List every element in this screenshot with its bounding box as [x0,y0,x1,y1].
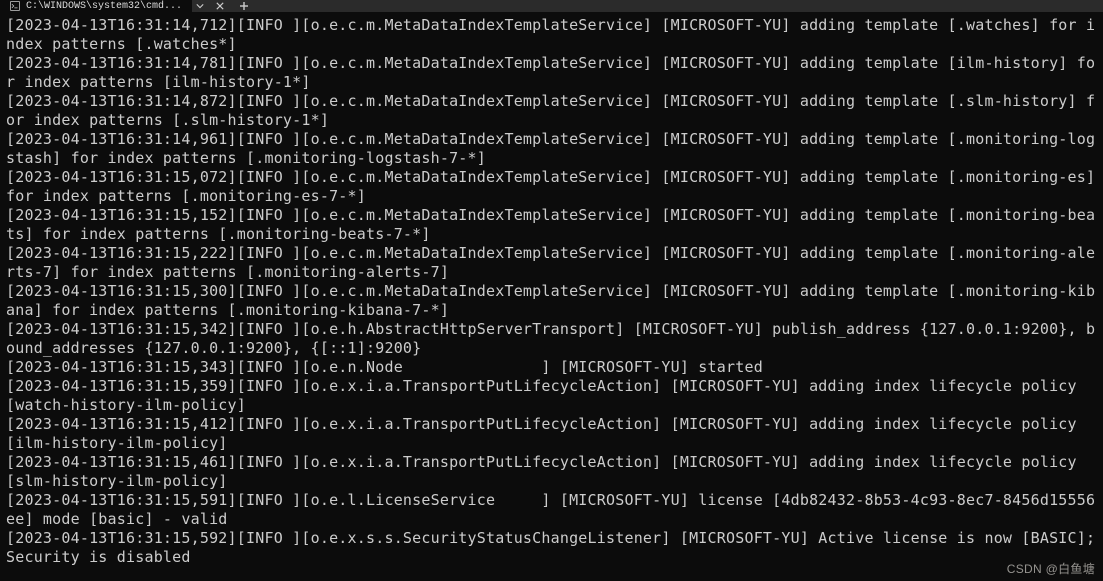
tab-bar: C:\WINDOWS\system32\cmd... [0,0,1103,12]
tab-title: C:\WINDOWS\system32\cmd... [26,1,182,12]
terminal-tab[interactable]: C:\WINDOWS\system32\cmd... [0,0,192,12]
cmd-icon [10,1,20,11]
new-tab-button[interactable] [236,0,252,12]
watermark: CSDN @白鱼塘 [1007,560,1095,577]
terminal-output[interactable]: [2023-04-13T16:31:14,712][INFO ][o.e.c.m… [0,12,1103,571]
tab-dropdown-button[interactable] [192,0,208,12]
tab-close-button[interactable] [212,0,228,12]
